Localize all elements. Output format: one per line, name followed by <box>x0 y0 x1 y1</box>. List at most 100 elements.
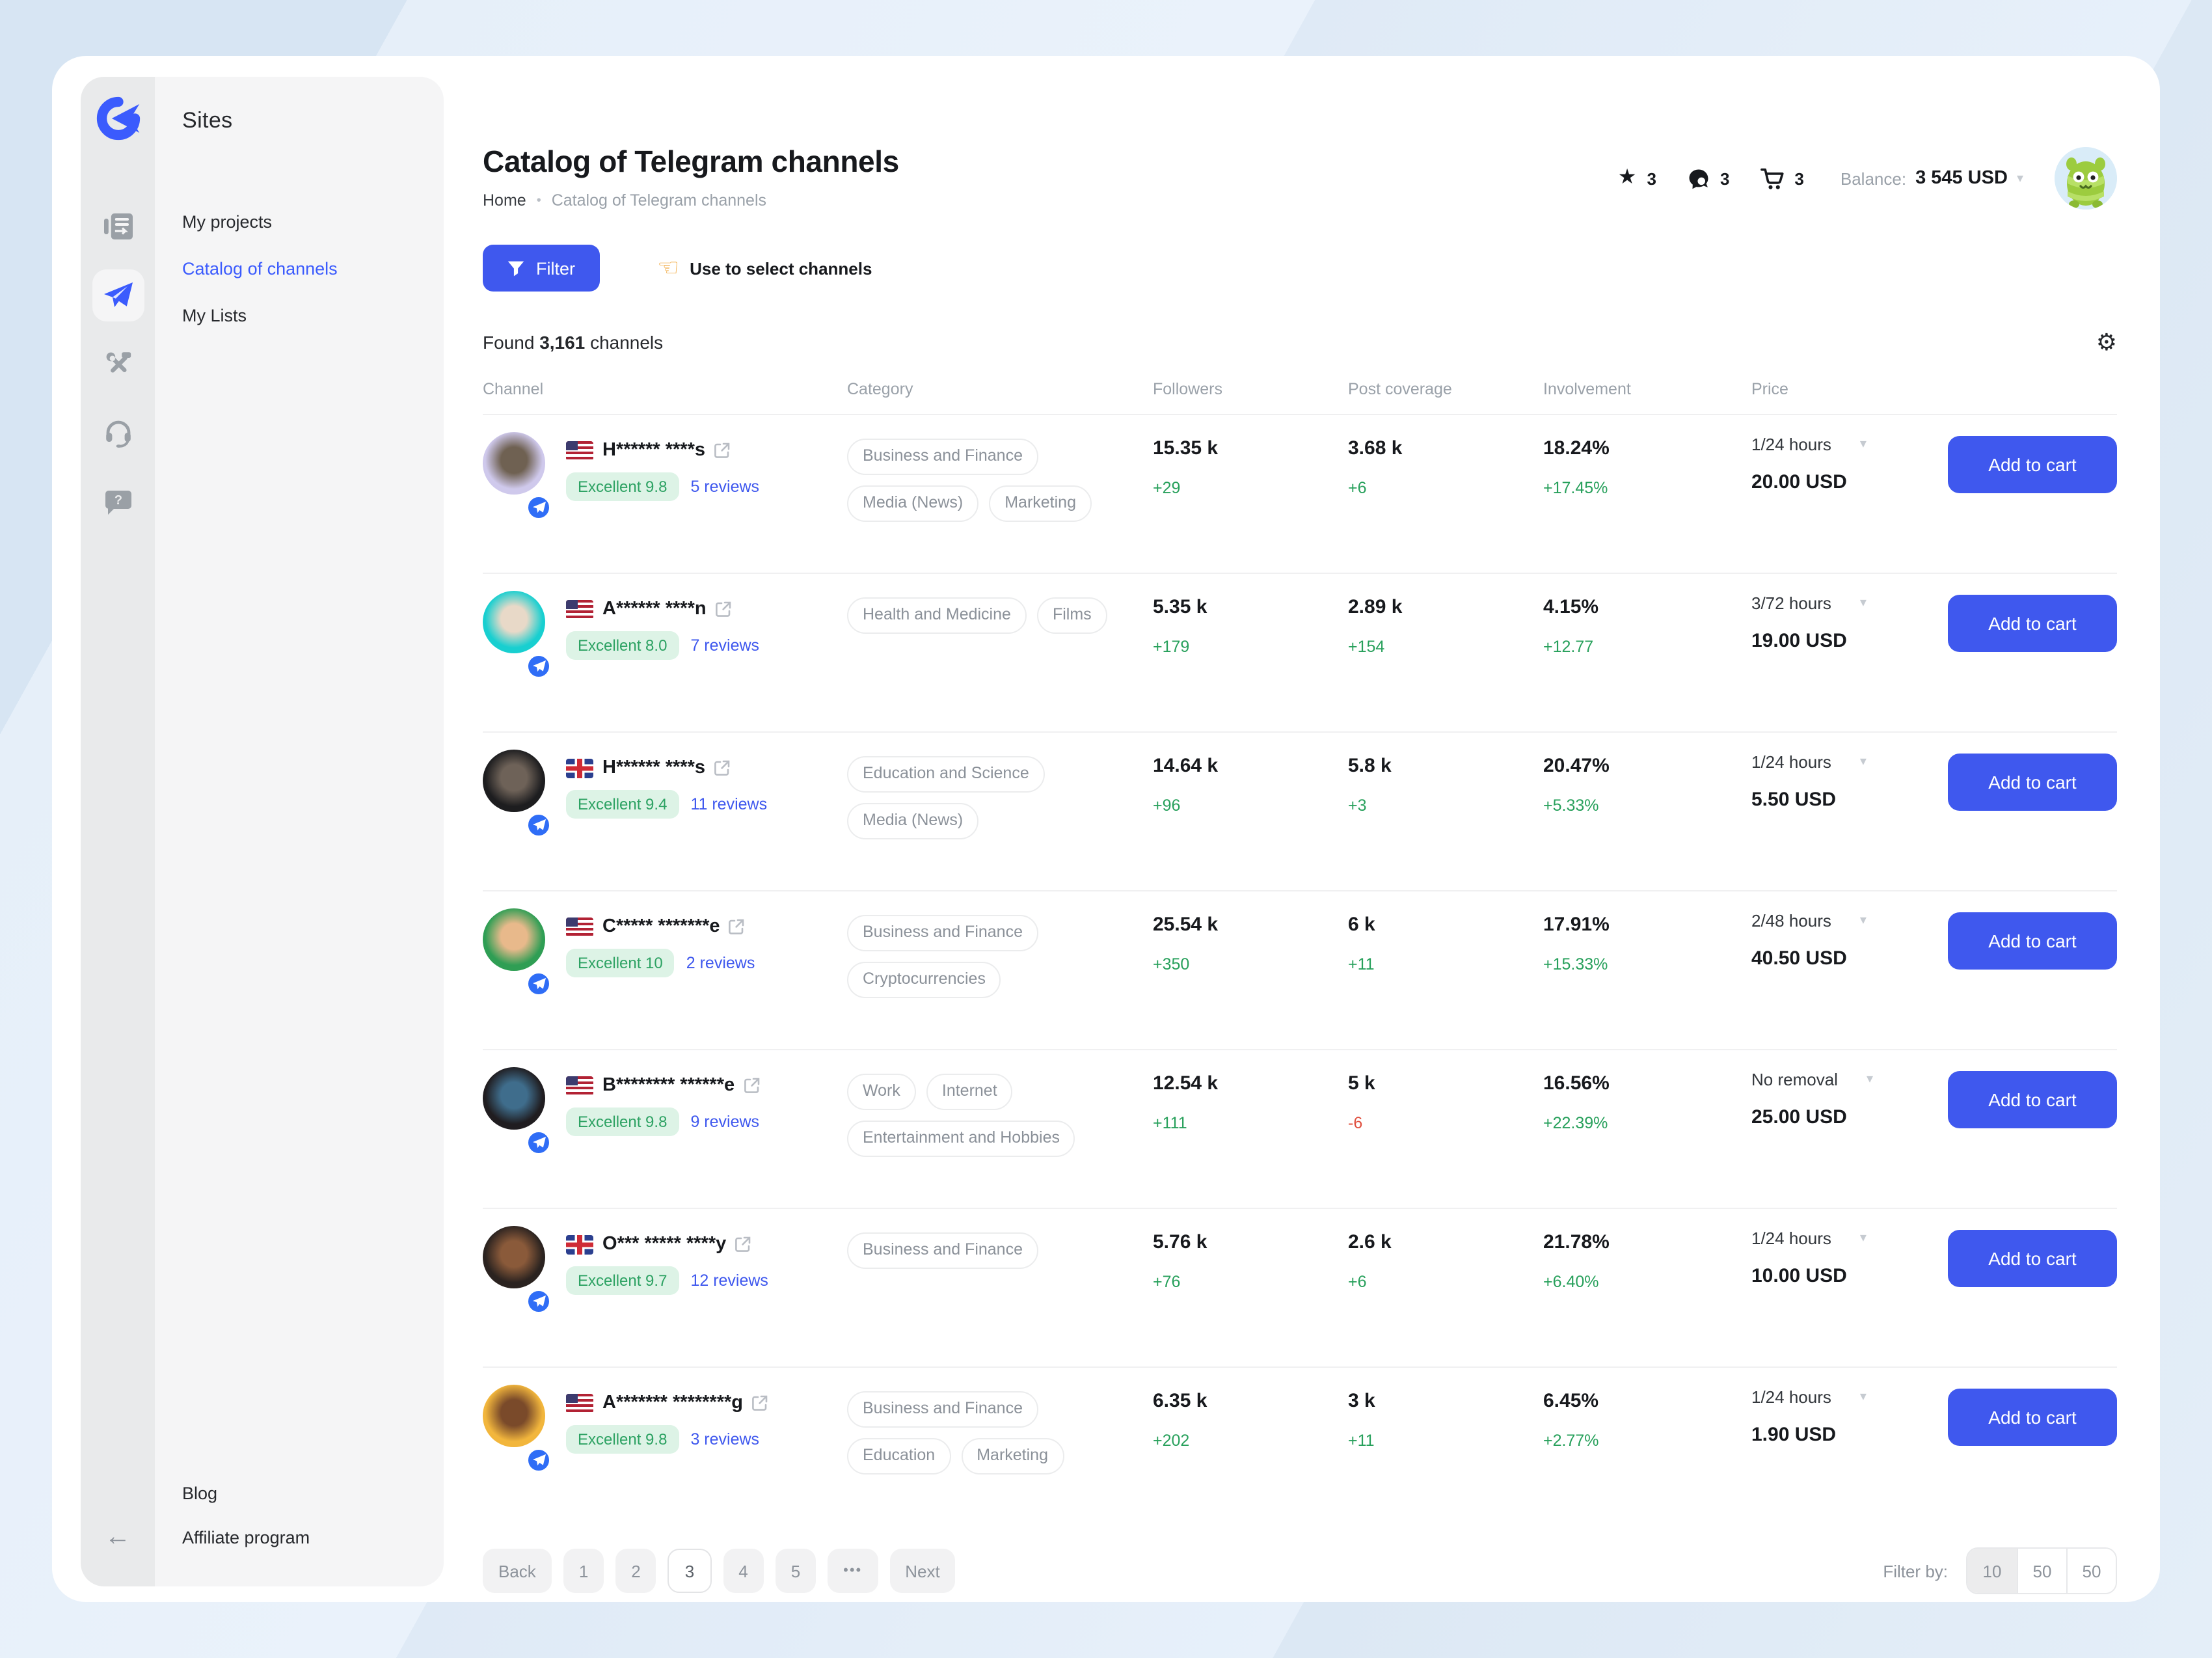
involvement-cell: 21.78% +6.40% <box>1543 1209 1751 1366</box>
channel-name[interactable]: B******** ******e <box>602 1075 735 1096</box>
price-option-dropdown[interactable]: 1/24 hours ▾ <box>1751 1387 1948 1407</box>
reviews-link[interactable]: 9 reviews <box>690 1113 759 1131</box>
support-headset-icon <box>103 419 132 448</box>
avatar-wrap <box>483 1067 548 1161</box>
reviews-link[interactable]: 3 reviews <box>690 1430 759 1448</box>
channel-name[interactable]: A******* ********g <box>602 1393 743 1413</box>
channel-avatar[interactable] <box>483 908 545 971</box>
involvement-value: 4.15% <box>1543 596 1751 618</box>
pagination-page-4[interactable]: 4 <box>723 1549 763 1593</box>
pagination-page-5[interactable]: 5 <box>776 1549 816 1593</box>
chevron-down-icon: ▾ <box>1860 755 1867 769</box>
price-option-dropdown[interactable]: 1/24 hours ▾ <box>1751 1229 1948 1248</box>
sidebar-collapse-button[interactable]: ← <box>81 1523 155 1553</box>
reviews-link[interactable]: 7 reviews <box>690 636 759 655</box>
price-option-dropdown[interactable]: 1/24 hours ▾ <box>1751 752 1948 772</box>
pagination-page-3[interactable]: 3 <box>668 1549 711 1593</box>
external-link-icon[interactable] <box>716 601 731 617</box>
involvement-value: 18.24% <box>1543 437 1751 459</box>
reviews-link[interactable]: 12 reviews <box>690 1271 768 1290</box>
country-flag-icon <box>566 599 593 619</box>
pagination-ellipsis[interactable]: ••• <box>828 1549 878 1593</box>
reviews-link[interactable]: 2 reviews <box>686 954 755 972</box>
page-size-option-1[interactable]: 50 <box>2017 1549 2066 1593</box>
pagination-back-button[interactable]: Back <box>483 1549 552 1593</box>
page-size-option-0[interactable]: 10 <box>1967 1549 2017 1593</box>
channel-name[interactable]: H****** ****s <box>602 757 705 778</box>
user-avatar[interactable] <box>2055 147 2117 210</box>
sidebar-item-my-projects[interactable]: My projects <box>182 212 444 232</box>
rating-badge: Excellent 9.4 <box>566 790 679 819</box>
add-to-cart-button[interactable]: Add to cart <box>1948 912 2117 970</box>
page-size-options: 105050 <box>1966 1547 2117 1594</box>
chat-counter[interactable]: 3 <box>1688 167 1729 189</box>
sidebar-item-catalog[interactable] <box>92 269 144 321</box>
external-link-icon[interactable] <box>744 1078 759 1093</box>
price-option-dropdown[interactable]: No removal ▾ <box>1751 1070 1948 1089</box>
involvement-cell: 16.56% +22.39% <box>1543 1050 1751 1208</box>
reviews-link[interactable]: 11 reviews <box>690 795 767 813</box>
price-option-dropdown[interactable]: 1/24 hours ▾ <box>1751 435 1948 454</box>
sidebar-item-tools[interactable] <box>92 338 144 390</box>
add-to-cart-button[interactable]: Add to cart <box>1948 1230 2117 1287</box>
sidebar-item-support[interactable] <box>92 407 144 459</box>
price-value: 5.50 USD <box>1751 789 1948 811</box>
chevron-down-icon[interactable]: ▾ <box>2017 171 2023 185</box>
channel-info: A******* ********g Excellent 9.8 3 revie… <box>566 1385 768 1527</box>
cart-counter[interactable]: 3 <box>1760 167 1803 189</box>
channel-avatar[interactable] <box>483 591 545 653</box>
coverage-value: 5.8 k <box>1348 755 1543 777</box>
sidebar-item-faq[interactable]: ? <box>92 476 144 528</box>
column-header-category: Category <box>847 380 1153 398</box>
external-link-icon[interactable] <box>714 442 730 458</box>
channel-avatar[interactable] <box>483 1385 545 1447</box>
app-card: ? ← Sites My projects Catalog of channel… <box>52 56 2160 1602</box>
page-size-option-2[interactable]: 50 <box>2066 1549 2116 1593</box>
channel-avatar[interactable] <box>483 750 545 812</box>
breadcrumb-home[interactable]: Home <box>483 191 526 210</box>
rating-badge: Excellent 10 <box>566 949 675 977</box>
category-chip: Business and Finance <box>847 915 1038 951</box>
filter-funnel-icon <box>507 260 524 277</box>
price-option-dropdown[interactable]: 2/48 hours ▾ <box>1751 911 1948 931</box>
price-option-dropdown[interactable]: 3/72 hours ▾ <box>1751 593 1948 613</box>
external-link-icon[interactable] <box>735 1236 751 1252</box>
column-header-post-coverage: Post coverage <box>1348 380 1543 398</box>
pagination-next-button[interactable]: Next <box>889 1549 955 1593</box>
channel-cell: H****** ****s Excellent 9.4 11 reviews <box>483 733 847 890</box>
channel-name[interactable]: A****** ****n <box>602 599 707 619</box>
table-body: H****** ****s Excellent 9.8 5 reviews Bu… <box>483 415 2117 1527</box>
add-to-cart-button[interactable]: Add to cart <box>1948 1071 2117 1128</box>
external-link-icon[interactable] <box>729 919 745 934</box>
channel-name[interactable]: C***** *******e <box>602 916 720 937</box>
sidebar-item-my-lists[interactable]: My Lists <box>182 306 444 325</box>
add-to-cart-button[interactable]: Add to cart <box>1948 754 2117 811</box>
sidebar-item-blog[interactable]: Blog <box>182 1484 444 1503</box>
add-to-cart-button[interactable]: Add to cart <box>1948 436 2117 493</box>
involvement-cell: 4.15% +12.77 <box>1543 574 1751 731</box>
pagination-page-2[interactable]: 2 <box>615 1549 656 1593</box>
followers-value: 6.35 k <box>1153 1390 1348 1412</box>
chevron-down-icon: ▾ <box>1860 437 1867 452</box>
sidebar-item-affiliate-program[interactable]: Affiliate program <box>182 1528 444 1547</box>
sidebar-item-projects[interactable] <box>92 200 144 252</box>
favorites-counter[interactable]: ★ 3 <box>1618 168 1656 189</box>
table-settings-gear-icon[interactable]: ⚙ <box>2096 331 2117 354</box>
channel-name[interactable]: H****** ****s <box>602 440 705 461</box>
involvement-value: 6.45% <box>1543 1390 1751 1412</box>
external-link-icon[interactable] <box>714 760 730 776</box>
add-to-cart-button[interactable]: Add to cart <box>1948 1389 2117 1446</box>
add-to-cart-button[interactable]: Add to cart <box>1948 595 2117 652</box>
filter-button[interactable]: Filter <box>483 245 600 292</box>
channel-avatar[interactable] <box>483 432 545 495</box>
reviews-link[interactable]: 5 reviews <box>690 478 759 496</box>
sidebar-item-catalog-of-channels[interactable]: Catalog of channels <box>182 259 444 279</box>
channel-avatar[interactable] <box>483 1067 545 1130</box>
app-logo[interactable] <box>93 94 142 143</box>
involvement-value: 17.91% <box>1543 914 1751 936</box>
external-link-icon[interactable] <box>752 1395 768 1411</box>
channel-avatar[interactable] <box>483 1226 545 1288</box>
country-flag-icon <box>566 917 593 936</box>
pagination-page-1[interactable]: 1 <box>563 1549 604 1593</box>
channel-name[interactable]: O*** ***** ****y <box>602 1234 726 1255</box>
